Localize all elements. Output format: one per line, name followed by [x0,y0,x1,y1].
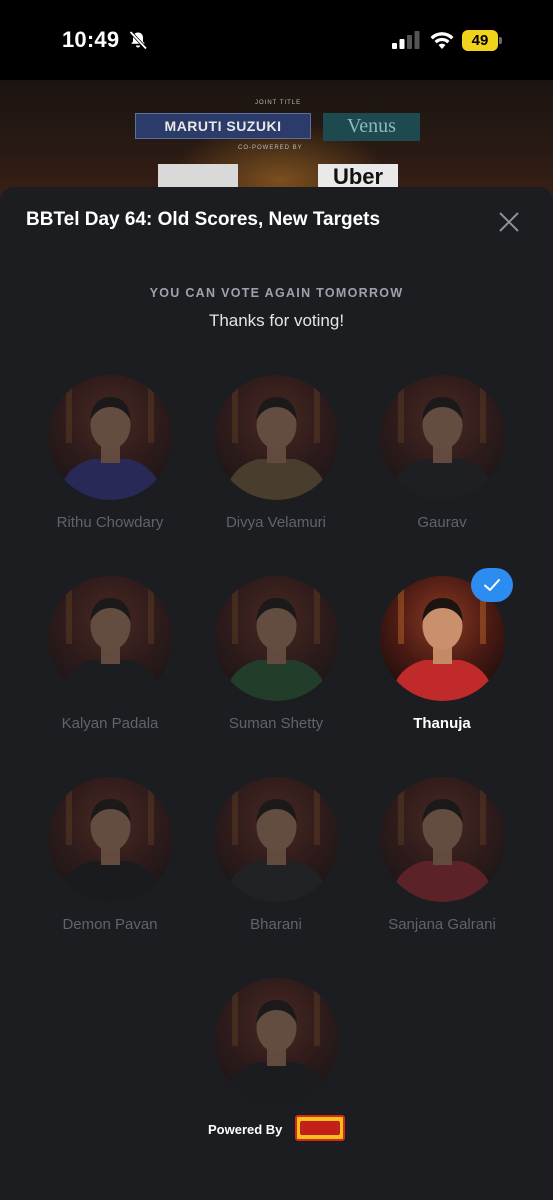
contestant-avatar [48,576,173,701]
contestant-avatar [214,777,339,902]
contestant-card[interactable]: Suman Shetty [193,576,359,756]
battery-indicator: 49 [462,30,502,51]
voting-modal: BBTel Day 64: Old Scores, New Targets YO… [0,187,553,1200]
contestant-name: Divya Velamuri [225,514,327,531]
cellular-signal-icon [392,31,420,49]
contestant-name: Gaurav [417,514,467,531]
contestant-avatar [214,375,339,500]
contestant-name: Bharani [250,916,302,933]
co-powered-tag: CO-POWERED BY [238,145,303,151]
battery-cap [499,37,502,44]
modal-title: BBTel Day 64: Old Scores, New Targets [26,209,381,230]
contestant-name: Suman Shetty [228,715,324,732]
contestant-name: Demon Pavan [62,916,158,933]
bell-slash-icon [129,30,148,50]
wifi-icon [430,32,454,49]
battery-level: 49 [462,30,498,51]
contestant-name: Kalyan Padala [61,715,159,732]
close-icon [499,212,519,232]
powered-by-footer: Powered By [0,1115,553,1145]
joint-title-tag: JOINT TITLE [255,100,302,106]
sponsor-maruti-logo: MARUTI SUZUKI [135,113,311,139]
contestant-card[interactable]: Sanjana Galrani [359,777,525,957]
contestant-card[interactable]: Thanuja [359,568,525,756]
contestant-card[interactable]: Bharani [193,777,359,957]
contestant-name: Thanuja [413,715,471,732]
thanks-message: Thanks for voting! [208,311,345,330]
powered-by-label: Powered By [208,1122,283,1137]
contestant-avatar [214,576,339,701]
contestant-avatar [48,375,173,500]
contestant-card[interactable]: Demon Pavan [27,777,193,957]
contestant-avatar [214,978,339,1103]
contestant-card[interactable]: Kalyan Padala [27,576,193,756]
contestant-card[interactable]: Divya Velamuri [193,375,359,555]
contestant-name: Rithu Chowdary [56,514,164,531]
show-banner: JOINT TITLE MARUTI SUZUKI Venus CO-POWER… [0,80,553,200]
contestant-name: Sanjana Galrani [388,916,496,933]
contestant-card[interactable]: Rithu Chowdary [27,375,193,555]
selected-check-badge [471,568,513,602]
contestant-avatar [380,777,505,902]
sponsor-logo [295,1115,345,1141]
status-time: 10:49 [62,27,120,52]
checkmark-icon [484,579,500,591]
sponsor-venus-logo: Venus [323,113,420,141]
sponsor-logo-mark [300,1121,340,1135]
status-bar: 10:49 49 [0,0,553,80]
contestant-avatar [48,777,173,902]
close-button[interactable] [496,209,522,235]
contestant-card[interactable]: Gaurav [359,375,525,555]
contestant-avatar [380,375,505,500]
vote-again-notice: YOU CAN VOTE AGAIN TOMORROW [149,286,404,300]
